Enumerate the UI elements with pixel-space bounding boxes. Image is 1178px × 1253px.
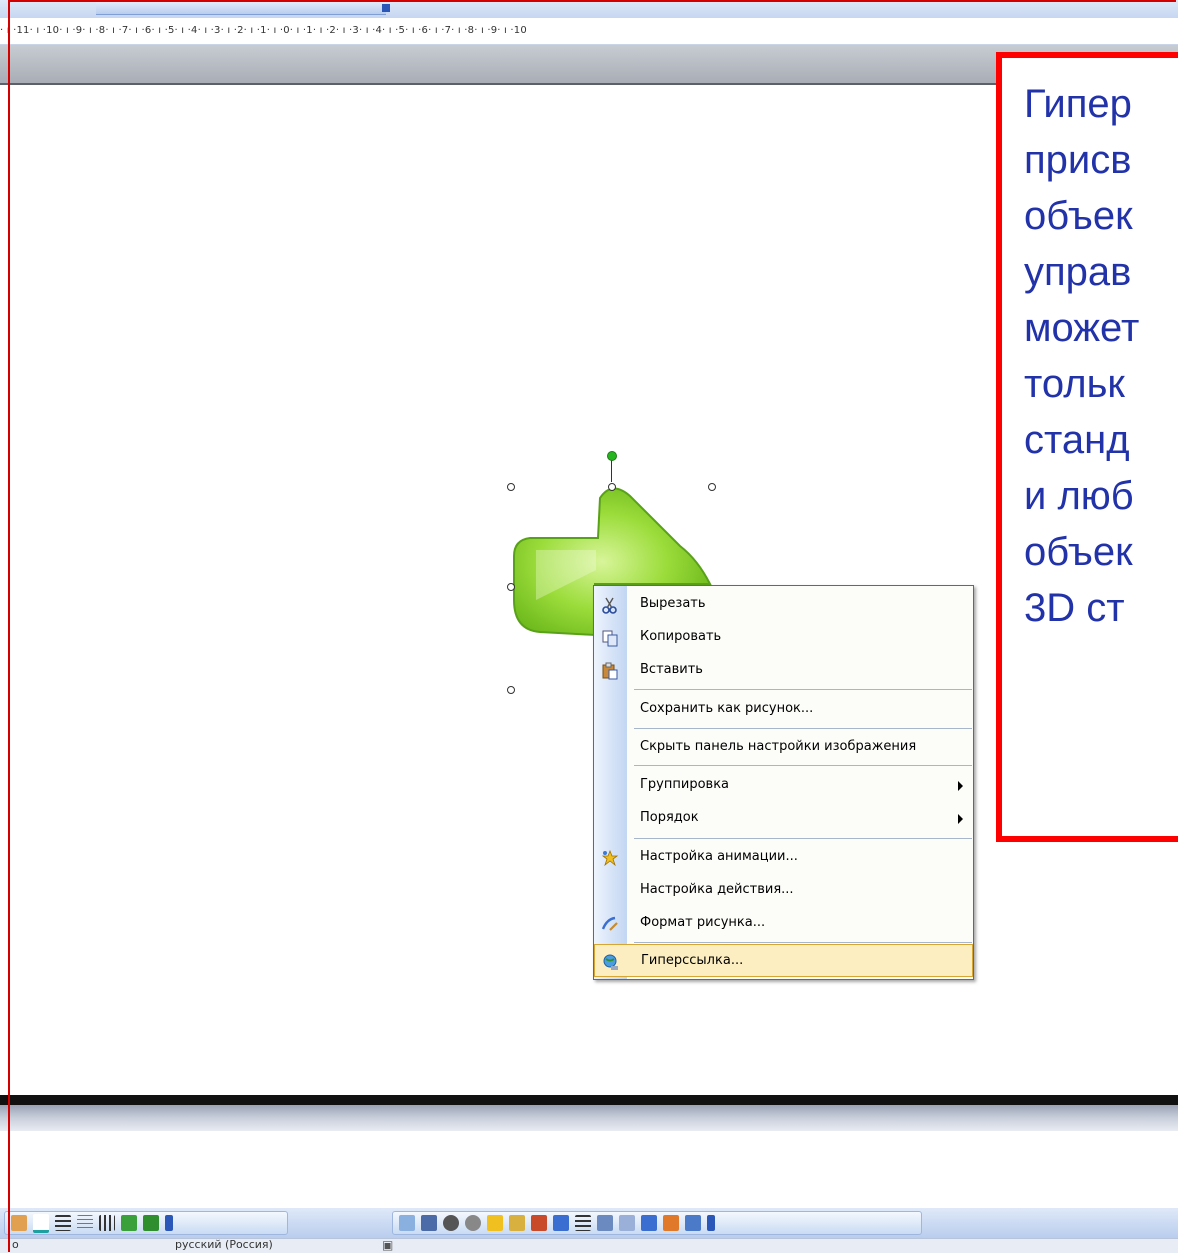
line-color-icon[interactable]	[11, 1215, 27, 1231]
line-style-icon[interactable]	[55, 1215, 71, 1231]
menu-item-hide-picture-toolbar[interactable]: Скрыть панель настройки изображения	[594, 731, 973, 764]
3d-style-icon[interactable]	[143, 1215, 159, 1231]
menu-item-order[interactable]: Порядок	[594, 802, 973, 835]
format-picture-toolbar-icon[interactable]	[641, 1215, 657, 1231]
more-brightness-icon[interactable]	[487, 1215, 503, 1231]
picture-toolbar-group	[392, 1211, 922, 1235]
callout-line: тольк	[1024, 362, 1125, 406]
menu-separator	[634, 689, 972, 690]
hyperlink-icon	[602, 953, 620, 971]
submenu-arrow-icon	[958, 781, 963, 791]
resize-handle-top[interactable]	[608, 483, 616, 491]
copy-icon	[601, 629, 619, 647]
reset-picture-icon[interactable]	[685, 1215, 701, 1231]
less-contrast-icon[interactable]	[465, 1215, 481, 1231]
toolbar-options-icon[interactable]	[707, 1215, 715, 1231]
resize-handle-top-right[interactable]	[708, 483, 716, 491]
menu-item-label: Гиперссылка...	[641, 953, 744, 968]
font-color-icon[interactable]	[33, 1213, 49, 1233]
menu-item-cut[interactable]: Вырезать	[594, 588, 973, 621]
menu-item-paste[interactable]: Вставить	[594, 654, 973, 687]
rotate-icon[interactable]	[553, 1215, 569, 1231]
crop-icon[interactable]	[531, 1215, 547, 1231]
menu-item-label: Копировать	[640, 629, 722, 644]
submenu-arrow-icon	[958, 814, 963, 824]
recolor-picture-icon[interactable]	[619, 1215, 635, 1231]
insert-picture-icon[interactable]	[399, 1215, 415, 1231]
menu-item-label: Вырезать	[640, 596, 706, 611]
toolbar-options-icon[interactable]	[165, 1215, 173, 1231]
menu-item-label: Группировка	[640, 777, 730, 792]
menu-separator	[634, 838, 972, 839]
resize-handle-top-left[interactable]	[507, 483, 515, 491]
callout-line: станд	[1024, 418, 1130, 462]
status-language: русский (Россия)	[175, 1238, 273, 1251]
menu-item-label: Настройка анимации...	[640, 849, 798, 864]
format-picture-icon	[601, 915, 619, 933]
animation-icon	[601, 849, 619, 867]
menu-item-label: Сохранить как рисунок...	[640, 701, 814, 716]
toolbar-edge[interactable]	[96, 0, 390, 15]
menu-item-hyperlink[interactable]: Гиперссылка...	[594, 944, 973, 977]
menu-item-label: Порядок	[640, 810, 699, 825]
menu-item-copy[interactable]: Копировать	[594, 621, 973, 654]
menu-separator	[634, 728, 972, 729]
drawing-toolbar	[0, 1208, 1178, 1238]
menu-item-label: Скрыть панель настройки изображения	[640, 739, 917, 754]
callout-line: присв	[1024, 138, 1132, 182]
callout-line: управ	[1024, 250, 1132, 294]
callout-text-box: Гипер присв объек управ может тольк стан…	[996, 52, 1178, 842]
set-transparent-color-icon[interactable]	[663, 1215, 679, 1231]
resize-handle-bottom-left[interactable]	[507, 686, 515, 694]
compress-pictures-icon[interactable]	[597, 1215, 613, 1231]
drawing-toolbar-group	[4, 1211, 288, 1235]
color-icon[interactable]	[421, 1215, 437, 1231]
pane-divider[interactable]	[0, 1095, 1178, 1105]
dash-style-icon[interactable]	[77, 1215, 93, 1231]
pane-splitter[interactable]	[0, 1105, 1178, 1131]
top-toolbar-strip	[0, 0, 1178, 18]
callout-line: может	[1024, 306, 1140, 350]
status-bar: о русский (Россия) ▣	[0, 1238, 1178, 1253]
status-left-text: о	[12, 1238, 19, 1251]
menu-item-format-picture[interactable]: Формат рисунка...	[594, 907, 973, 940]
callout-line: объек	[1024, 530, 1133, 574]
menu-separator	[634, 765, 972, 766]
menu-item-save-as-picture[interactable]: Сохранить как рисунок...	[594, 693, 973, 726]
menu-item-grouping[interactable]: Группировка	[594, 769, 973, 802]
less-brightness-icon[interactable]	[509, 1215, 525, 1231]
menu-item-action-settings[interactable]: Настройка действия...	[594, 874, 973, 907]
resize-handle-left[interactable]	[507, 583, 515, 591]
menu-separator	[634, 942, 972, 943]
picture-line-style-icon[interactable]	[575, 1215, 591, 1231]
menu-item-custom-animation[interactable]: Настройка анимации...	[594, 841, 973, 874]
shadow-style-icon[interactable]	[121, 1215, 137, 1231]
callout-line: 3D ст	[1024, 586, 1125, 630]
scissors-icon	[601, 596, 619, 614]
horizontal-ruler[interactable]: · ı ·11· ı ·10· ı ·9· ı ·8· ı ·7· ı ·6· …	[0, 18, 1178, 45]
context-menu: Вырезать Копировать Вставить Сохранить к…	[593, 585, 974, 980]
spellcheck-status-icon[interactable]: ▣	[382, 1238, 393, 1252]
callout-line: и люб	[1024, 474, 1134, 518]
more-contrast-icon[interactable]	[443, 1215, 459, 1231]
callout-line: объек	[1024, 194, 1133, 238]
arrow-style-icon[interactable]	[99, 1215, 115, 1231]
paste-icon	[601, 662, 619, 680]
callout-line: Гипер	[1024, 82, 1132, 126]
menu-item-label: Формат рисунка...	[640, 915, 766, 930]
menu-item-label: Вставить	[640, 662, 703, 677]
rotation-handle[interactable]	[607, 451, 617, 461]
menu-item-label: Настройка действия...	[640, 882, 794, 897]
